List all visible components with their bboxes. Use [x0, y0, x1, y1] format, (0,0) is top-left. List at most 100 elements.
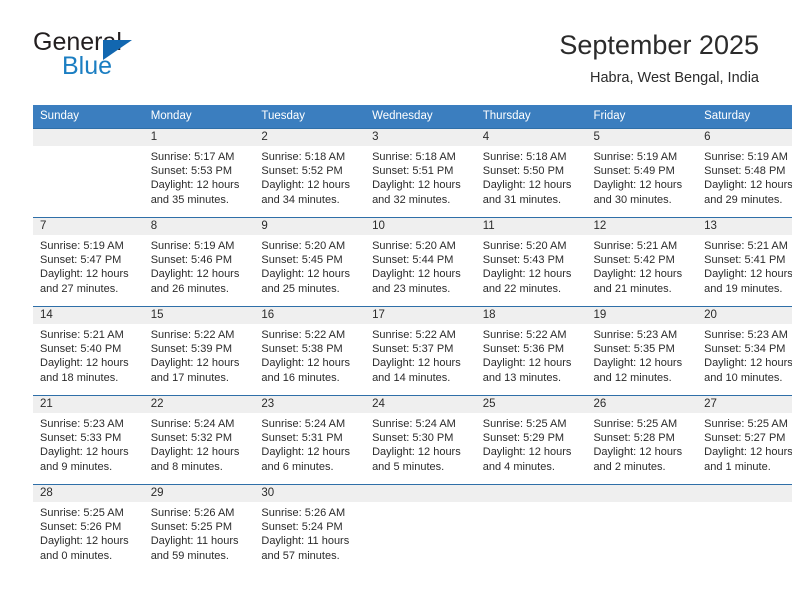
calendar-day-cell[interactable]: 10 Sunrise: 5:20 AM Sunset: 5:44 PM Dayligh… [365, 217, 476, 307]
day-number: 5 [586, 129, 698, 146]
day-sun-info: Sunrise: 5:25 AM Sunset: 5:27 PM Daylight:… [697, 413, 792, 474]
calendar-day-cell[interactable]: 12 Sunrise: 5:21 AM Sunset: 5:42 PM Dayligh… [586, 217, 698, 307]
day-info-line: Sunrise: 5:22 AM [150, 329, 235, 341]
day-number: 18 [475, 307, 587, 324]
day-info-line: and 35 minutes. [150, 193, 229, 206]
calendar-day-cell[interactable]: 21 Sunrise: 5:23 AM Sunset: 5:33 PM Dayligh… [33, 395, 144, 485]
day-info-line: Sunrise: 5:26 AM [261, 507, 346, 519]
day-number: 19 [586, 307, 698, 324]
day-number: 24 [365, 396, 476, 413]
calendar-day-cell[interactable]: 13 Sunrise: 5:21 AM Sunset: 5:41 PM Dayligh… [697, 217, 792, 307]
day-sun-info: Sunrise: 5:19 AM Sunset: 5:47 PM Daylight:… [33, 235, 144, 296]
day-info-line: Sunrise: 5:23 AM [704, 329, 788, 341]
day-info-line: Sunset: 5:46 PM [150, 254, 233, 267]
calendar-day-cell[interactable]: 14 Sunrise: 5:21 AM Sunset: 5:40 PM Dayligh… [33, 306, 144, 396]
calendar-day-cell[interactable]: 2 Sunrise: 5:18 AM Sunset: 5:52 PM Daylight… [254, 128, 366, 218]
calendar-day-cell[interactable]: 11 Sunrise: 5:20 AM Sunset: 5:43 PM Dayligh… [475, 217, 587, 307]
weekday-header-monday: Monday [143, 105, 255, 129]
calendar-day-cell[interactable]: 20 Sunrise: 5:23 AM Sunset: 5:34 PM Dayligh… [697, 306, 792, 396]
day-info-line: Sunset: 5:51 PM [372, 165, 454, 178]
calendar-day-cell[interactable]: 3 Sunrise: 5:18 AM Sunset: 5:51 PM Daylight… [365, 128, 476, 218]
calendar-body: 1 Sunrise: 5:17 AM Sunset: 5:53 PM Daylight… [33, 128, 792, 573]
day-info-line: Sunset: 5:49 PM [593, 165, 675, 178]
day-info-line: Sunset: 5:45 PM [261, 254, 343, 267]
day-info-line: Sunset: 5:27 PM [704, 432, 786, 445]
day-sun-info: Sunrise: 5:25 AM Sunset: 5:26 PM Daylight:… [33, 502, 144, 563]
calendar-day-cell[interactable]: 16 Sunrise: 5:22 AM Sunset: 5:38 PM Dayligh… [254, 306, 366, 396]
day-info-line: Daylight: 12 hours [593, 179, 683, 192]
day-info-line: Daylight: 11 hours [261, 535, 350, 548]
day-info-line: Daylight: 12 hours [261, 446, 351, 459]
calendar-day-cell[interactable]: 15 Sunrise: 5:22 AM Sunset: 5:39 PM Dayligh… [143, 306, 255, 396]
calendar-day-cell[interactable]: 18 Sunrise: 5:22 AM Sunset: 5:36 PM Dayligh… [475, 306, 587, 396]
day-info-line: and 16 minutes. [261, 371, 340, 384]
calendar-day-cell[interactable]: 17 Sunrise: 5:22 AM Sunset: 5:37 PM Dayligh… [365, 306, 476, 396]
day-info-line: and 59 minutes. [150, 549, 229, 562]
day-info-line: and 21 minutes. [593, 282, 672, 295]
calendar-day-cell[interactable]: 25 Sunrise: 5:25 AM Sunset: 5:29 PM Dayligh… [475, 395, 587, 485]
day-info-line: Sunrise: 5:17 AM [150, 151, 235, 163]
calendar-day-cell[interactable]: 6 Sunrise: 5:19 AM Sunset: 5:48 PM Daylight… [697, 128, 792, 218]
day-number: 3 [365, 129, 476, 146]
day-number [33, 129, 144, 146]
calendar-day-cell[interactable]: 28 Sunrise: 5:25 AM Sunset: 5:26 PM Dayligh… [33, 484, 144, 573]
day-number: 21 [33, 396, 144, 413]
day-info-line: Sunrise: 5:19 AM [150, 240, 235, 252]
day-info-line: Daylight: 12 hours [372, 268, 461, 281]
calendar-day-cell[interactable]: 8 Sunrise: 5:19 AM Sunset: 5:46 PM Daylight… [143, 217, 255, 307]
day-info-line: Sunset: 5:36 PM [482, 343, 565, 356]
day-info-line: Sunset: 5:32 PM [150, 432, 233, 445]
general-blue-logo[interactable]: General Blue [33, 28, 273, 90]
day-info-line: Daylight: 12 hours [593, 446, 683, 459]
calendar-day-cell[interactable]: 4 Sunrise: 5:18 AM Sunset: 5:50 PM Daylight… [475, 128, 587, 218]
day-info-line: Sunset: 5:34 PM [704, 343, 786, 356]
day-info-line: and 29 minutes. [704, 193, 783, 206]
day-info-line: Sunrise: 5:19 AM [704, 151, 788, 163]
day-sun-info: Sunrise: 5:20 AM Sunset: 5:45 PM Daylight:… [254, 235, 365, 296]
calendar-day-cell[interactable]: 27 Sunrise: 5:25 AM Sunset: 5:27 PM Dayligh… [697, 395, 792, 485]
calendar-day-cell[interactable]: 19 Sunrise: 5:23 AM Sunset: 5:35 PM Dayligh… [586, 306, 698, 396]
day-info-line: Sunset: 5:29 PM [482, 432, 565, 445]
day-info-line: Daylight: 12 hours [150, 446, 240, 459]
day-info-line: Sunrise: 5:20 AM [261, 240, 346, 252]
calendar-day-cell[interactable]: 1 Sunrise: 5:17 AM Sunset: 5:53 PM Daylight… [143, 128, 255, 218]
calendar-day-cell[interactable]: 7 Sunrise: 5:19 AM Sunset: 5:47 PM Daylight… [33, 217, 144, 307]
calendar-week-row: 21 Sunrise: 5:23 AM Sunset: 5:33 PM Dayligh… [33, 395, 792, 485]
calendar-day-cell[interactable]: 30 Sunrise: 5:26 AM Sunset: 5:24 PM Dayligh… [254, 484, 366, 573]
day-info-line: and 6 minutes. [261, 460, 334, 473]
day-info-line: Sunrise: 5:21 AM [593, 240, 678, 252]
day-info-line: and 23 minutes. [372, 282, 451, 295]
day-info-line: Daylight: 12 hours [593, 268, 683, 281]
calendar-day-cell[interactable]: 24 Sunrise: 5:24 AM Sunset: 5:30 PM Dayligh… [365, 395, 476, 485]
day-sun-info: Sunrise: 5:26 AM Sunset: 5:25 PM Daylight:… [144, 502, 255, 563]
day-info-line: Daylight: 12 hours [482, 357, 572, 370]
day-sun-info: Sunrise: 5:17 AM Sunset: 5:53 PM Daylight:… [144, 146, 255, 207]
title-block: September 2025 Habra, West Bengal, India [559, 28, 759, 87]
day-info-line: Daylight: 12 hours [704, 357, 792, 370]
day-info-line: and 1 minute. [704, 460, 771, 473]
day-info-line: Sunset: 5:41 PM [704, 254, 786, 267]
day-sun-info: Sunrise: 5:19 AM Sunset: 5:49 PM Daylight:… [586, 146, 697, 207]
calendar-day-cell-empty [33, 128, 144, 218]
day-info-line: Sunrise: 5:23 AM [40, 418, 124, 430]
day-info-line: Daylight: 12 hours [704, 446, 792, 459]
calendar-day-cell[interactable]: 23 Sunrise: 5:24 AM Sunset: 5:31 PM Dayligh… [254, 395, 366, 485]
day-sun-info: Sunrise: 5:25 AM Sunset: 5:28 PM Daylight:… [586, 413, 697, 474]
day-info-line: Sunrise: 5:22 AM [261, 329, 346, 341]
day-number: 10 [365, 218, 476, 235]
day-info-line: Daylight: 12 hours [40, 268, 129, 281]
day-info-line: Sunrise: 5:25 AM [593, 418, 678, 430]
calendar-day-cell[interactable]: 5 Sunrise: 5:19 AM Sunset: 5:49 PM Daylight… [586, 128, 698, 218]
day-info-line: Sunrise: 5:24 AM [150, 418, 235, 430]
calendar-day-cell[interactable]: 9 Sunrise: 5:20 AM Sunset: 5:45 PM Daylight… [254, 217, 366, 307]
day-info-line: and 4 minutes. [482, 460, 555, 473]
calendar-day-cell[interactable]: 26 Sunrise: 5:25 AM Sunset: 5:28 PM Dayligh… [586, 395, 698, 485]
day-number [365, 485, 476, 502]
day-info-line: Sunrise: 5:19 AM [593, 151, 678, 163]
calendar-day-cell[interactable]: 29 Sunrise: 5:26 AM Sunset: 5:25 PM Dayligh… [143, 484, 255, 573]
calendar-day-cell[interactable]: 22 Sunrise: 5:24 AM Sunset: 5:32 PM Dayligh… [143, 395, 255, 485]
day-sun-info: Sunrise: 5:18 AM Sunset: 5:50 PM Daylight:… [476, 146, 587, 207]
calendar-week-row: 14 Sunrise: 5:21 AM Sunset: 5:40 PM Dayligh… [33, 306, 792, 396]
day-info-line: Sunrise: 5:20 AM [372, 240, 456, 252]
day-info-line: Sunset: 5:47 PM [40, 254, 122, 267]
